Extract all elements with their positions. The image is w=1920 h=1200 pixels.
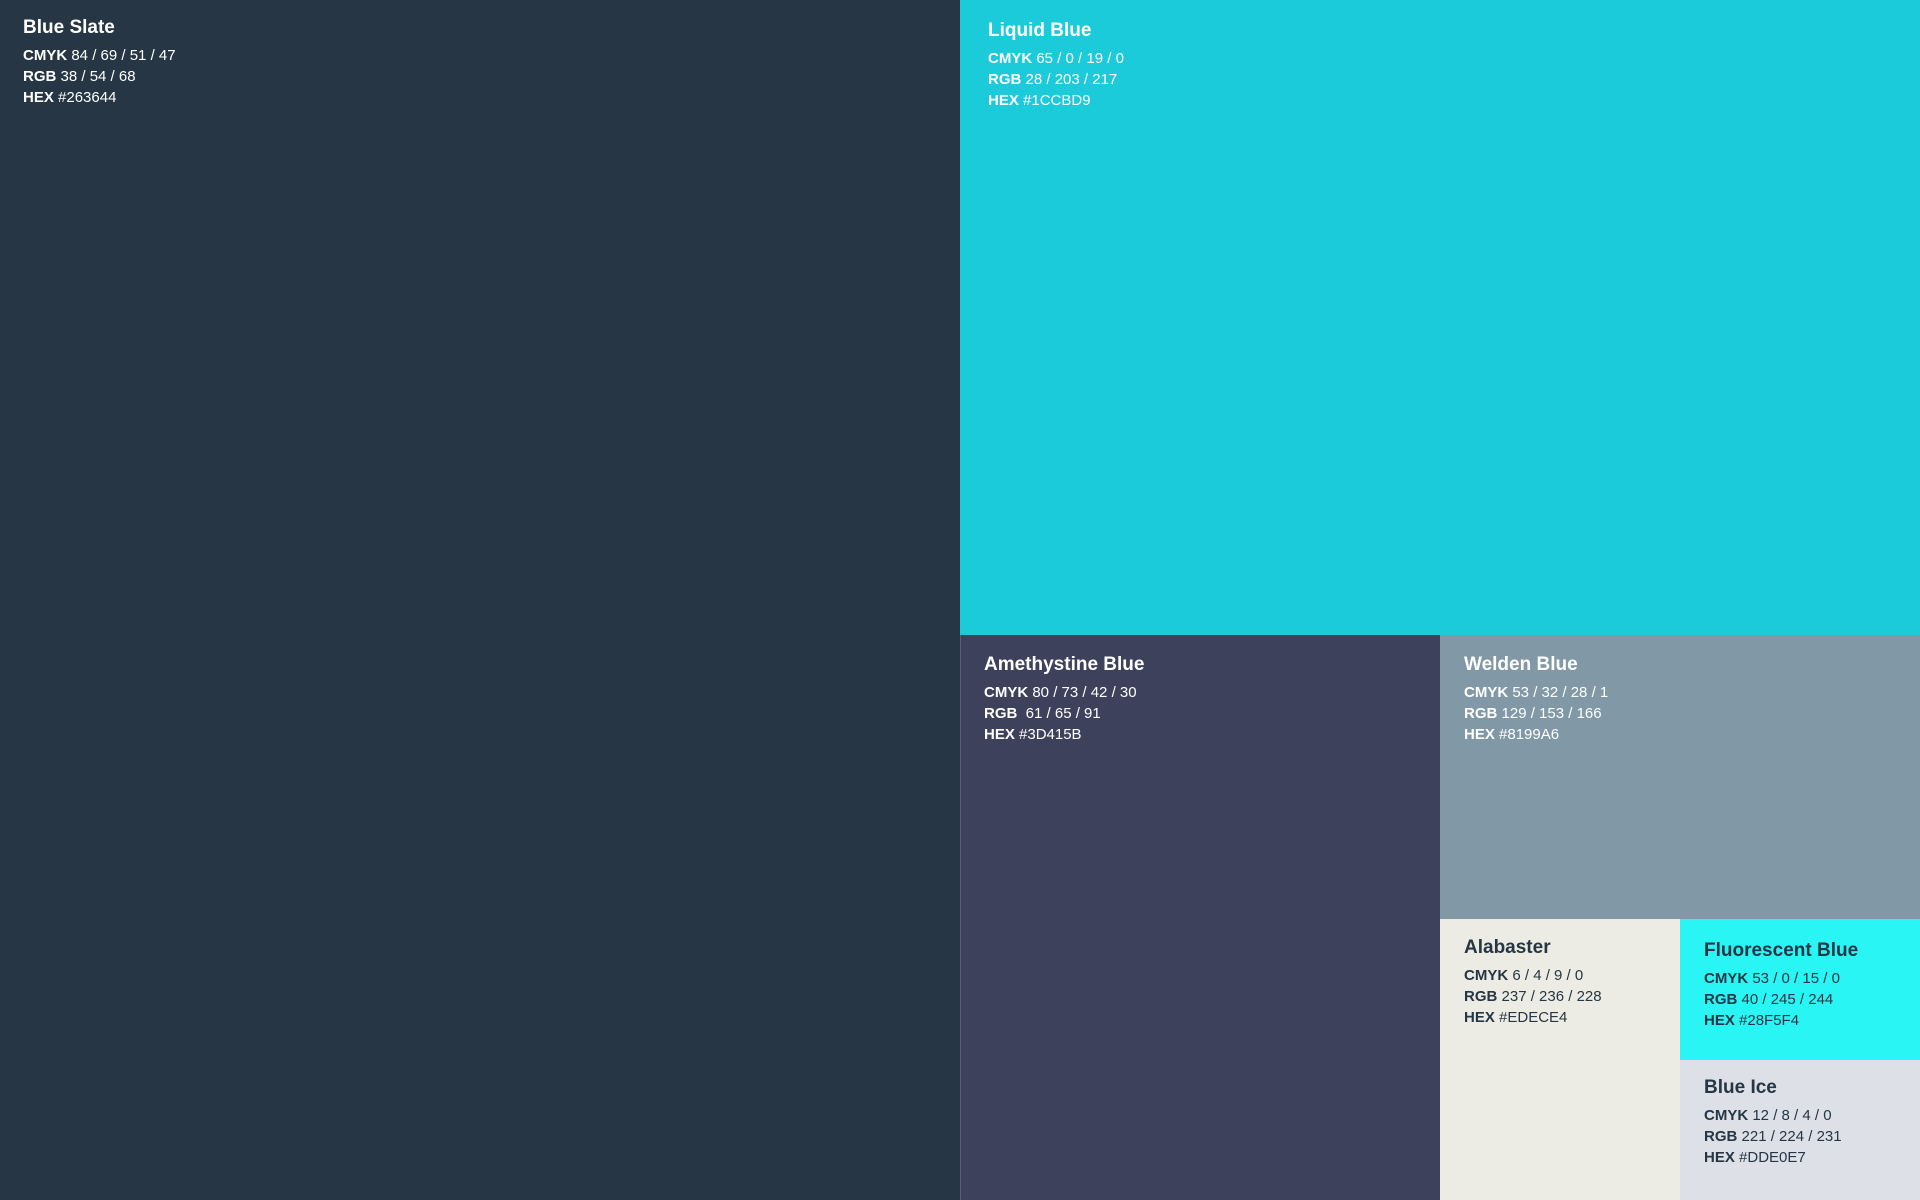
swatch-name: Liquid Blue — [988, 20, 1092, 41]
cmyk-row: CMYK 65 / 0 / 19 / 0 — [988, 48, 1124, 69]
color-palette: Blue Slate CMYK 84 / 69 / 51 / 47 RGB 38… — [0, 0, 1920, 1200]
hex-label: HEX — [1464, 726, 1495, 743]
cmyk-value: 6 / 4 / 9 / 0 — [1512, 967, 1584, 984]
rgb-row: RGB 237 / 236 / 228 — [1464, 986, 1602, 1007]
swatch-info: Blue Ice CMYK 12 / 8 / 4 / 0 RGB 221 / 2… — [1704, 1076, 1842, 1168]
rgb-label: RGB — [1704, 1128, 1738, 1145]
hex-value: #1CCBD9 — [1023, 92, 1091, 109]
cmyk-value: 12 / 8 / 4 / 0 — [1752, 1107, 1832, 1124]
swatch-info: Fluorescent Blue CMYK 53 / 0 / 15 / 0 RG… — [1704, 939, 1858, 1031]
hex-value: #28F5F4 — [1739, 1012, 1800, 1029]
rgb-row: RGB 221 / 224 / 231 — [1704, 1126, 1842, 1147]
cmyk-row: CMYK 6 / 4 / 9 / 0 — [1464, 965, 1602, 986]
hex-row: HEX #263644 — [23, 87, 176, 108]
hex-label: HEX — [1704, 1149, 1735, 1166]
rgb-label: RGB — [1464, 705, 1498, 722]
hex-row: HEX #DDE0E7 — [1704, 1147, 1842, 1168]
rgb-row: RGB 129 / 153 / 166 — [1464, 703, 1608, 724]
cmyk-row: CMYK 12 / 8 / 4 / 0 — [1704, 1105, 1842, 1126]
cmyk-label: CMYK — [23, 47, 68, 64]
hex-label: HEX — [1464, 1009, 1495, 1026]
rgb-label: RGB — [1704, 991, 1738, 1008]
cmyk-value: 53 / 0 / 15 / 0 — [1752, 970, 1840, 987]
hex-value: #263644 — [58, 89, 117, 106]
rgb-row: RGB 38 / 54 / 68 — [23, 66, 176, 87]
cmyk-label: CMYK — [1464, 967, 1509, 984]
cmyk-label: CMYK — [1464, 684, 1509, 701]
rgb-value: 28 / 203 / 217 — [1025, 71, 1118, 88]
hex-label: HEX — [23, 89, 54, 106]
cmyk-value: 84 / 69 / 51 / 47 — [71, 47, 176, 64]
cmyk-row: CMYK 80 / 73 / 42 / 30 — [984, 682, 1144, 703]
rgb-label: RGB — [23, 68, 57, 85]
hex-row: HEX #3D415B — [984, 724, 1144, 745]
swatch-name: Welden Blue — [1464, 654, 1578, 675]
rgb-value: 40 / 245 / 244 — [1741, 991, 1834, 1008]
rgb-value: 129 / 153 / 166 — [1501, 705, 1602, 722]
cmyk-label: CMYK — [988, 50, 1033, 67]
hex-label: HEX — [984, 726, 1015, 743]
swatch-info: Alabaster CMYK 6 / 4 / 9 / 0 RGB 237 / 2… — [1464, 936, 1602, 1028]
rgb-row: RGB 28 / 203 / 217 — [988, 69, 1124, 90]
rgb-value: 38 / 54 / 68 — [60, 68, 136, 85]
swatch-info: Welden Blue CMYK 53 / 32 / 28 / 1 RGB 12… — [1464, 653, 1608, 745]
cmyk-label: CMYK — [1704, 1107, 1749, 1124]
hex-row: HEX #8199A6 — [1464, 724, 1608, 745]
hex-row: HEX #28F5F4 — [1704, 1010, 1858, 1031]
swatch-name: Fluorescent Blue — [1704, 940, 1859, 961]
swatch-info: Amethystine Blue CMYK 80 / 73 / 42 / 30 … — [984, 653, 1144, 745]
swatch-fluorescent-blue: Fluorescent Blue CMYK 53 / 0 / 15 / 0 RG… — [1680, 919, 1920, 1060]
hex-label: HEX — [1704, 1012, 1735, 1029]
cmyk-row: CMYK 53 / 32 / 28 / 1 — [1464, 682, 1608, 703]
swatch-liquid-blue: Liquid Blue CMYK 65 / 0 / 19 / 0 RGB 28 … — [960, 0, 1920, 635]
rgb-value: 221 / 224 / 231 — [1741, 1128, 1842, 1145]
rgb-value: 61 / 65 / 91 — [1021, 705, 1101, 722]
cmyk-row: CMYK 84 / 69 / 51 / 47 — [23, 45, 176, 66]
swatch-name: Blue Ice — [1704, 1077, 1777, 1098]
swatch-welden-blue: Welden Blue CMYK 53 / 32 / 28 / 1 RGB 12… — [1440, 635, 1920, 919]
rgb-row: RGB 40 / 245 / 244 — [1704, 989, 1858, 1010]
hex-label: HEX — [988, 92, 1019, 109]
hex-row: HEX #1CCBD9 — [988, 90, 1124, 111]
swatch-blue-slate: Blue Slate CMYK 84 / 69 / 51 / 47 RGB 38… — [0, 0, 960, 1200]
rgb-label: RGB — [984, 705, 1018, 722]
hex-value: #8199A6 — [1499, 726, 1560, 743]
hex-row: HEX #EDECE4 — [1464, 1007, 1602, 1028]
rgb-row: RGB 61 / 65 / 91 — [984, 703, 1144, 724]
rgb-value: 237 / 236 / 228 — [1501, 988, 1602, 1005]
swatch-name: Blue Slate — [23, 17, 115, 38]
swatch-info: Blue Slate CMYK 84 / 69 / 51 / 47 RGB 38… — [23, 16, 176, 108]
swatch-blue-ice: Blue Ice CMYK 12 / 8 / 4 / 0 RGB 221 / 2… — [1680, 1060, 1920, 1200]
rgb-label: RGB — [988, 71, 1022, 88]
cmyk-value: 53 / 32 / 28 / 1 — [1512, 684, 1609, 701]
cmyk-value: 80 / 73 / 42 / 30 — [1032, 684, 1137, 701]
swatch-name: Alabaster — [1464, 937, 1551, 958]
cmyk-value: 65 / 0 / 19 / 0 — [1036, 50, 1124, 67]
cmyk-row: CMYK 53 / 0 / 15 / 0 — [1704, 968, 1858, 989]
swatch-alabaster: Alabaster CMYK 6 / 4 / 9 / 0 RGB 237 / 2… — [1440, 919, 1680, 1200]
hex-value: #EDECE4 — [1499, 1009, 1568, 1026]
cmyk-label: CMYK — [1704, 970, 1749, 987]
swatch-info: Liquid Blue CMYK 65 / 0 / 19 / 0 RGB 28 … — [988, 19, 1124, 111]
swatch-amethystine-blue: Amethystine Blue CMYK 80 / 73 / 42 / 30 … — [960, 635, 1440, 1200]
cmyk-label: CMYK — [984, 684, 1029, 701]
hex-value: #3D415B — [1019, 726, 1082, 743]
rgb-label: RGB — [1464, 988, 1498, 1005]
swatch-name: Amethystine Blue — [984, 654, 1145, 675]
hex-value: #DDE0E7 — [1739, 1149, 1806, 1166]
